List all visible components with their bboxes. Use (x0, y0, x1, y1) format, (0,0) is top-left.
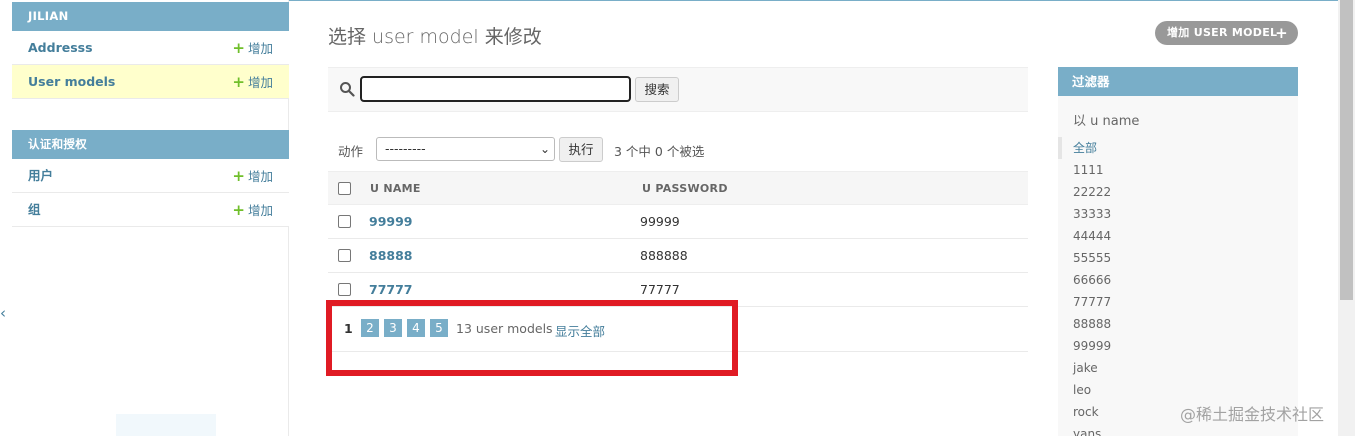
plus-icon: + (232, 201, 245, 219)
add-label: 增加 (247, 41, 273, 56)
add-label: 增加 (247, 75, 273, 90)
filter-option[interactable]: jake (1058, 357, 1298, 379)
row-checkbox[interactable] (338, 249, 351, 262)
filter-option[interactable]: leo (1058, 379, 1298, 401)
filter-option[interactable]: 66666 (1058, 269, 1298, 291)
watermark: @稀土掘金技术社区 (1180, 405, 1325, 424)
action-select-value: --------- (385, 141, 426, 156)
table-row: 99999 99999 (328, 205, 1028, 239)
filter-option[interactable]: 33333 (1058, 203, 1298, 225)
select-all-checkbox[interactable] (338, 182, 351, 195)
sidebar: JILIAN Addresss + 增加 User models + 增加 认证和授… (0, 0, 289, 436)
add-label: 增加 (247, 203, 273, 218)
sidebar-item-label[interactable]: 用户 (28, 159, 53, 192)
search-button[interactable]: 搜索 (635, 77, 679, 102)
sidebar-item-users[interactable]: 用户 + 增加 (12, 159, 289, 193)
row-name-link[interactable]: 99999 (369, 214, 413, 229)
add-link[interactable]: + 增加 (232, 159, 273, 192)
column-header-u-password[interactable]: U PASSWORD (642, 182, 728, 195)
filter-title: 过滤器 (1058, 67, 1298, 96)
module-caption[interactable]: 认证和授权 (12, 130, 289, 159)
plus-icon: + (232, 167, 245, 185)
add-label: 增加 (247, 169, 273, 184)
plus-icon: + (232, 73, 245, 91)
column-header-u-name[interactable]: U NAME (370, 182, 421, 195)
filter-option[interactable]: 1111 (1058, 159, 1298, 181)
highlight-annotation-box (326, 300, 738, 376)
faint-overlay (116, 414, 216, 436)
filter-option-all[interactable]: 全部 (1058, 137, 1298, 159)
filter-option[interactable]: 22222 (1058, 181, 1298, 203)
run-action-button[interactable]: 执行 (559, 137, 603, 162)
selection-counter: 3 个中 0 个被选 (614, 144, 705, 159)
row-password: 99999 (640, 214, 680, 229)
results-table: U NAME U PASSWORD 99999 99999 88888 8888… (328, 171, 1028, 307)
table-header: U NAME U PASSWORD (328, 171, 1028, 205)
sidebar-module-auth: 认证和授权 用户 + 增加 组 + 增加 (12, 130, 289, 227)
page-title: 选择 user model 来修改 (328, 26, 542, 48)
scrollbar-thumb[interactable] (1340, 0, 1353, 300)
sidebar-item-user-models[interactable]: User models + 增加 (12, 65, 289, 99)
sidebar-item-label[interactable]: Addresss (28, 31, 93, 64)
row-password: 888888 (640, 248, 688, 263)
add-link[interactable]: + 增加 (232, 193, 273, 226)
filter-option[interactable]: 99999 (1058, 335, 1298, 357)
filter-panel: 过滤器 以 u name 全部 1111 22222 33333 44444 5… (1058, 67, 1298, 436)
top-border (289, 0, 1338, 1)
filter-options: 全部 1111 22222 33333 44444 55555 66666 77… (1058, 137, 1298, 436)
sidebar-item-label[interactable]: 组 (28, 193, 41, 226)
row-checkbox[interactable] (338, 283, 351, 296)
collapse-sidebar-icon[interactable]: ‹ (0, 304, 8, 322)
chevron-down-icon: ⌄ (539, 142, 550, 156)
sidebar-item-label[interactable]: User models (28, 65, 115, 98)
module-caption[interactable]: JILIAN (12, 2, 289, 31)
action-select[interactable]: --------- ⌄ (376, 137, 555, 161)
sidebar-module-jilian: JILIAN Addresss + 增加 User models + 增加 (12, 2, 289, 99)
sidebar-item-groups[interactable]: 组 + 增加 (12, 193, 289, 227)
search-toolbar: 搜索 (328, 67, 1028, 112)
row-name-link[interactable]: 88888 (369, 248, 413, 263)
filter-option[interactable]: 44444 (1058, 225, 1298, 247)
search-icon (340, 82, 355, 97)
add-link[interactable]: + 增加 (232, 31, 273, 64)
add-user-model-button[interactable]: 增加 USER MODEL + (1155, 21, 1298, 45)
sidebar-item-addresss[interactable]: Addresss + 增加 (12, 31, 289, 65)
add-link[interactable]: + 增加 (232, 65, 273, 98)
row-checkbox[interactable] (338, 215, 351, 228)
table-row: 88888 888888 (328, 239, 1028, 273)
actions-label: 动作 (338, 144, 364, 159)
row-name-link[interactable]: 77777 (369, 282, 413, 297)
plus-icon: + (1275, 24, 1288, 42)
plus-icon: + (232, 39, 245, 57)
filter-by-label: 以 u name (1073, 114, 1140, 129)
search-input[interactable] (360, 76, 631, 102)
actions-bar: 动作 --------- ⌄ 执行 3 个中 0 个被选 (328, 136, 1028, 162)
filter-option[interactable]: 77777 (1058, 291, 1298, 313)
row-password: 77777 (640, 282, 680, 297)
filter-option[interactable]: 55555 (1058, 247, 1298, 269)
add-button-label: 增加 USER MODEL (1167, 26, 1278, 39)
filter-option[interactable]: 88888 (1058, 313, 1298, 335)
